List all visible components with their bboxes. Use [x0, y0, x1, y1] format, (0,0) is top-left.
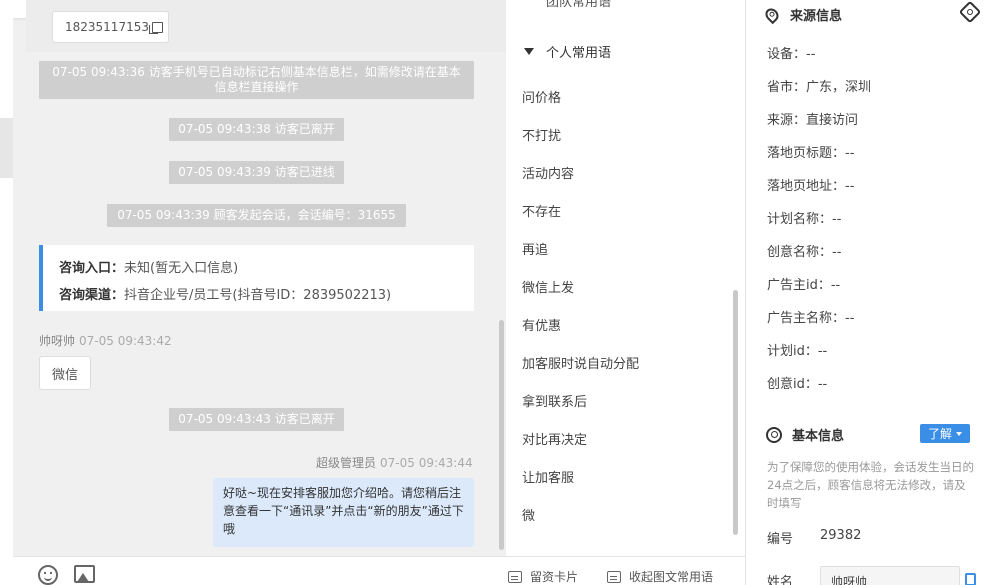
source-field-source: 来源：直接访问: [767, 113, 859, 128]
phrase-item[interactable]: 再追: [522, 239, 548, 258]
customer-id-label: 编号: [767, 532, 794, 547]
phrase-item[interactable]: 微: [522, 505, 535, 524]
phrase-item[interactable]: 让加客服: [522, 467, 574, 486]
phrase-item[interactable]: 不存在: [522, 201, 561, 220]
consult-entry: 咨询入口：未知(暂无入口信息): [59, 261, 239, 276]
customer-name-input[interactable]: 帅呀帅: [820, 566, 960, 585]
chat-scrollbar[interactable]: [499, 320, 504, 550]
source-field-city: 省市：广东，深圳: [767, 80, 872, 95]
phrases-panel: 团队常用语 个人常用语 问价格 不打扰 活动内容 不存在 再追 微信上发 有优惠…: [506, 0, 745, 556]
source-info-title: 来源信息: [762, 5, 842, 24]
source-field-creative-id: 创意id：--: [767, 377, 828, 392]
source-field-advertiser-name: 广告主名称：--: [767, 311, 855, 326]
phrase-item[interactable]: 有优惠: [522, 315, 561, 334]
admin-sender: 超级管理员 07-05 09:43:44: [316, 454, 473, 471]
team-phrases-header[interactable]: 团队常用语: [546, 0, 611, 10]
card-icon: [508, 570, 522, 583]
customer-id-value: 29382: [820, 528, 862, 543]
phrase-item[interactable]: 拿到联系后: [522, 391, 587, 410]
lead-card-button[interactable]: 留资卡片: [508, 568, 578, 585]
visitor-time: 07-05 09:43:42: [79, 334, 172, 348]
visitor-name: 帅呀帅: [39, 334, 76, 348]
caret-down-icon: [956, 431, 962, 436]
image-icon[interactable]: [74, 565, 95, 583]
list-icon: [607, 570, 621, 583]
phrase-item[interactable]: 对比再决定: [522, 429, 587, 448]
customer-name-label: 姓名: [767, 575, 794, 585]
visitor-message: 微信: [39, 356, 91, 390]
system-message-visitor-left: 07-05 09:43:38 访客已离开: [169, 118, 344, 141]
phrase-item[interactable]: 加客服时说自动分配: [522, 353, 639, 372]
phrase-item[interactable]: 微信上发: [522, 277, 574, 296]
source-field-plan-name: 计划名称：--: [767, 212, 842, 227]
phone-number: 18235117153: [65, 20, 149, 34]
phrase-item[interactable]: 问价格: [522, 87, 561, 106]
chat-panel: 18235117153 07-05 09:43:36 访客手机号已自动标记右侧基…: [13, 0, 506, 556]
consult-channel: 咨询渠道：抖音企业号/员工号(抖音号ID：2839502213): [59, 288, 392, 303]
phrase-item[interactable]: 不打扰: [522, 125, 561, 144]
source-field-device: 设备：--: [767, 47, 816, 62]
phone-number-chip[interactable]: 18235117153: [52, 11, 169, 43]
system-message-visitor-joined: 07-05 09:43:39 访客已进线: [169, 161, 344, 184]
source-field-advertiser-id: 广告主id：--: [767, 278, 841, 293]
phrase-item[interactable]: 活动内容: [522, 163, 574, 182]
edit-deadline-note: 为了保障您的使用体验，会话发生当日的24点之后，顾客信息将无法修改，请及时填写: [767, 460, 974, 510]
consult-info-box: 咨询入口：未知(暂无入口信息) 咨询渠道：抖音企业号/员工号(抖音号ID：283…: [39, 245, 474, 311]
personal-phrases-header[interactable]: 个人常用语: [524, 42, 611, 61]
basic-info-title: 基本信息: [766, 425, 844, 444]
source-field-plan-id: 计划id：--: [767, 344, 828, 359]
user-circle-icon: [766, 426, 782, 443]
source-field-landing-url: 落地页地址：--: [767, 179, 855, 194]
customer-info-panel: 来源信息 设备：-- 省市：广东，深圳 来源：直接访问 落地页标题：-- 落地页…: [745, 0, 993, 585]
phone-card: 18235117153: [26, 0, 506, 52]
admin-message: 好哒~现在安排客服加您介绍哈。请您稍后注意查看一下“通讯录”并点击“新的朋友”通…: [213, 478, 474, 547]
left-edge-strip: [0, 0, 13, 585]
source-field-creative-name: 创意名称：--: [767, 245, 842, 260]
smile-icon[interactable]: [38, 565, 58, 585]
admin-time: 07-05 09:43:44: [380, 456, 473, 470]
visitor-sender: 帅呀帅 07-05 09:43:42: [39, 332, 172, 349]
triangle-down-icon: [524, 48, 534, 55]
settings-icon[interactable]: [958, 0, 982, 24]
source-field-landing-title: 落地页标题：--: [767, 146, 855, 161]
system-message-visitor-left-2: 07-05 09:43:43 访客已离开: [169, 408, 344, 431]
left-edge-marker: [0, 118, 13, 178]
admin-name: 超级管理员: [316, 456, 377, 470]
system-message-auto-mark: 07-05 09:43:36 访客手机号已自动标记右侧基本信息栏，如需修改请在基…: [39, 61, 474, 99]
learn-more-button[interactable]: 了解: [920, 424, 970, 443]
chat-toolbar: 留资卡片 收起图文常用语: [13, 556, 745, 585]
collapse-phrases-button[interactable]: 收起图文常用语: [607, 568, 713, 585]
location-pin-icon: [762, 5, 782, 24]
document-icon[interactable]: [965, 573, 976, 585]
phrases-scrollbar[interactable]: [733, 290, 738, 535]
system-message-session-start: 07-05 09:43:39 顾客发起会话，会话编号：31655: [107, 204, 406, 227]
copy-icon[interactable]: [148, 21, 163, 34]
